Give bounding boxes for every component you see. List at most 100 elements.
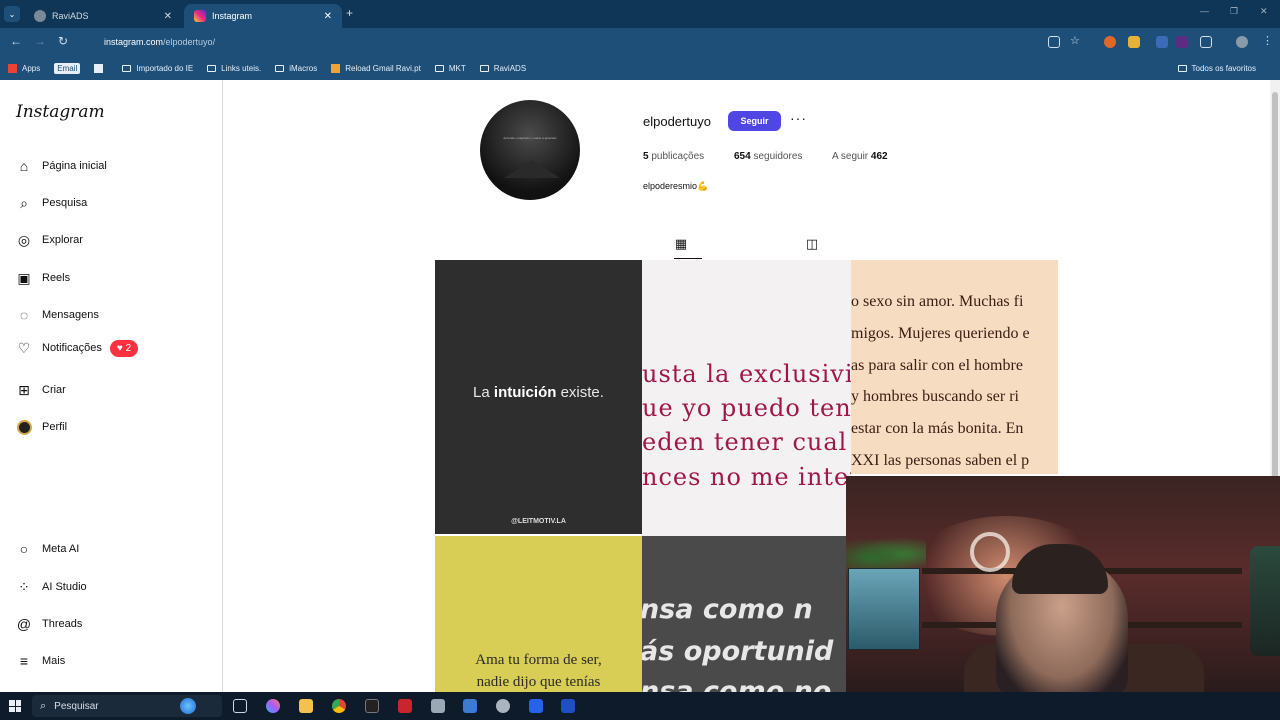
extension-icon[interactable] [1128, 36, 1140, 48]
sidebar: Instagram ⌂ Página inicial ⌕ Pesquisa ◎ … [0, 80, 223, 692]
threads-icon: @ [16, 616, 32, 632]
tab-raviads[interactable]: RaviADS ✕ [24, 4, 182, 28]
profile-avatar[interactable]: Aprende, imagínalo y vuelve a aprender [480, 100, 580, 200]
filezilla-icon[interactable] [398, 699, 412, 713]
back-icon[interactable]: ← [10, 34, 22, 48]
sidebar-item-label: Explorar [42, 234, 83, 246]
task-view-icon[interactable] [233, 699, 247, 713]
more-options-icon[interactable]: ··· [790, 110, 807, 126]
sidebar-item-threads[interactable]: @ Threads [16, 612, 82, 636]
sidebar-item-ai-studio[interactable]: ⁘ AI Studio [16, 575, 87, 599]
copilot-icon[interactable] [266, 699, 280, 713]
sidebar-item-more[interactable]: ≡ Mais [16, 649, 65, 673]
app-icon[interactable] [529, 699, 543, 713]
extensions-puzzle-icon[interactable] [1200, 36, 1212, 48]
taskbar-search[interactable]: ⌕ Pesquisar [32, 695, 222, 717]
new-tab-button[interactable]: + [346, 6, 353, 20]
close-tab-icon[interactable]: ✕ [164, 11, 172, 22]
install-app-icon[interactable] [1048, 36, 1060, 48]
profile-avatar-icon[interactable] [1236, 36, 1248, 48]
post-1-text: La intuición existe. [435, 384, 642, 401]
tagged-tab-icon[interactable]: ◫ [804, 236, 820, 252]
file-explorer-icon[interactable] [299, 699, 313, 713]
sidebar-item-messages[interactable]: ◌ Mensagens [16, 303, 99, 327]
follow-button[interactable]: Seguir [728, 111, 781, 131]
sidebar-item-label: Meta AI [42, 543, 80, 555]
instagram-logo[interactable]: Instagram [16, 102, 105, 122]
forward-icon[interactable]: → [34, 34, 46, 48]
bookmark-importado[interactable]: Importado do IE [122, 64, 193, 73]
post-3[interactable]: o sexo sin amor. Muchas fi migos. Mujere… [851, 260, 1058, 474]
messenger-icon: ◌ [19, 307, 29, 323]
tab-title: Instagram [212, 11, 253, 21]
app-icon[interactable] [496, 699, 510, 713]
reels-icon: ▣ [17, 269, 31, 286]
sidebar-item-explore[interactable]: ◎ Explorar [16, 228, 83, 252]
post-4[interactable]: Ama tu forma de ser, nadie dijo que tení… [435, 536, 642, 692]
minimize-icon[interactable]: — [1200, 6, 1209, 16]
bookmark-reload-gmail[interactable]: Reload Gmail Ravi.pt [331, 63, 421, 73]
avatar-icon [16, 419, 32, 435]
apps-grid-icon [8, 63, 17, 73]
sidebar-item-label: Mensagens [42, 309, 99, 321]
close-tab-icon[interactable]: ✕ [324, 11, 332, 22]
following-count[interactable]: A seguir 462 [832, 151, 888, 162]
reload-icon[interactable]: ↻ [58, 34, 68, 48]
home-icon: ⌂ [19, 158, 29, 174]
bookmark-star-icon[interactable]: ☆ [1070, 34, 1080, 47]
taskbar-search-placeholder: Pesquisar [54, 700, 99, 712]
chrome-icon[interactable] [332, 699, 346, 713]
bookmark-email[interactable]: Email [54, 62, 81, 74]
app-icon[interactable] [431, 699, 445, 713]
sidebar-item-home[interactable]: ⌂ Página inicial [16, 154, 107, 178]
webcam-overlay [846, 476, 1280, 692]
sidebar-item-notifications[interactable]: ♡ Notificações ♥ 2 [16, 336, 139, 360]
bookmark-links[interactable]: Links uteis. [207, 64, 261, 73]
browser-toolbar: ← → ↻ instagram.com/elpodertuyo/ ☆ ⋮ [0, 28, 1280, 56]
address-bar[interactable]: instagram.com/elpodertuyo/ [84, 32, 1072, 52]
followers-count[interactable]: 654 seguidores [734, 151, 802, 162]
bookmark-mkt[interactable]: MKT [434, 63, 466, 73]
sidebar-item-meta-ai[interactable]: ○ Meta AI [16, 537, 80, 561]
globe-icon [180, 698, 196, 714]
compass-icon: ◎ [17, 231, 31, 248]
bookmark-grid[interactable] [94, 63, 108, 73]
extension-icon[interactable] [1104, 36, 1116, 48]
post-3-line: migos. Mujeres queriendo e [851, 325, 1030, 342]
sidebar-item-profile[interactable]: Perfil [16, 415, 67, 439]
post-5[interactable]: nsa como n ás oportunid nsa como no [642, 536, 851, 692]
sidebar-item-search[interactable]: ⌕ Pesquisa [16, 191, 87, 215]
start-windows-icon[interactable] [9, 700, 21, 712]
folder-icon [122, 64, 132, 72]
sidebar-item-reels[interactable]: ▣ Reels [16, 266, 70, 290]
url-path: /elpodertuyo/ [163, 37, 216, 47]
restore-icon[interactable]: ❐ [1230, 6, 1238, 17]
app-icon[interactable] [561, 699, 575, 713]
tab-search-icon[interactable]: ⌄ [4, 6, 20, 22]
mountain-icon [504, 160, 560, 178]
posts-grid-tab-icon[interactable]: ▦ [673, 236, 689, 252]
post-2[interactable]: usta la exclusivi ue yo puedo ten eden t… [642, 260, 851, 536]
kebab-menu-icon[interactable]: ⋮ [1262, 34, 1273, 47]
sidebar-item-create[interactable]: ⊞ Criar [16, 378, 66, 402]
bookmark-label: iMacros [289, 63, 318, 73]
post-1[interactable]: La intuición existe. @LEITMOTIV.LA [435, 260, 642, 534]
heart-icon: ♡ [17, 339, 31, 356]
bookmark-apps[interactable]: Apps [8, 63, 41, 73]
bookmark-label: MKT [448, 63, 466, 73]
extension-icon[interactable] [1156, 36, 1168, 48]
all-bookmarks[interactable]: Todos os favoritos [1177, 56, 1256, 80]
tab-instagram[interactable]: Instagram ✕ [184, 4, 342, 28]
sidebar-item-label: Reels [42, 272, 71, 284]
bookmark-label: Apps [22, 63, 41, 73]
app-icon[interactable] [365, 699, 379, 713]
bookmark-imacros[interactable]: iMacros [275, 64, 317, 73]
close-window-icon[interactable]: ✕ [1260, 6, 1268, 17]
following-label: A seguir [832, 151, 869, 162]
sidebar-item-label: Página inicial [42, 160, 107, 172]
post-2-line: usta la exclusivi [642, 360, 851, 388]
reload-icon [331, 63, 341, 73]
calculator-icon[interactable] [463, 699, 477, 713]
bookmark-raviads[interactable]: RaviADS [479, 64, 526, 73]
extension-icon[interactable] [1176, 36, 1188, 48]
